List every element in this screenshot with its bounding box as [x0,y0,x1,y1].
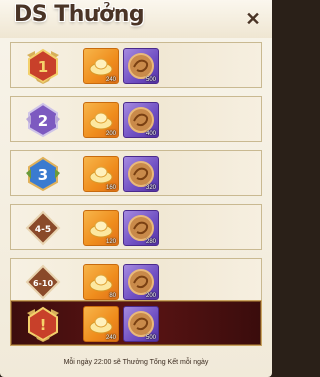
gold-ingot-item[interactable]: 200 [83,102,119,138]
my-reward-row: ! 240 500 [10,300,262,346]
rank-1-label: 1 [38,58,48,76]
panel-title: DS Thưởng [14,2,145,27]
item-quantity: 200 [105,131,116,137]
dragon-token-item[interactable]: 500 [123,48,159,84]
item-quantity: 80 [109,293,116,299]
panel-header: DS Thưởng ✕ [0,0,272,38]
dragon-token-item[interactable]: 500 [123,306,159,342]
rank-3-label: 3 [38,166,48,184]
close-button[interactable]: ✕ [242,8,264,30]
item-quantity: 120 [105,239,116,245]
item-quantity: 160 [105,185,116,191]
reward-row-rank-3: 3 160 320 [10,150,262,196]
rank-4-5-badge-icon: 4-5 [23,209,63,247]
rank-1-badge-icon: 1 [23,47,63,85]
gold-ingot-item[interactable]: 160 [83,156,119,192]
dragon-token-item[interactable]: 400 [123,102,159,138]
gold-ingot-item[interactable]: 240 [83,306,119,342]
reward-list-panel: DS Thưởng ✕ 1 240 500 2 200 400 3 160 32… [0,0,272,377]
dragon-token-item[interactable]: 280 [123,210,159,246]
item-quantity: 320 [145,185,156,191]
item-quantity: 500 [145,77,156,83]
reward-row-rank-1: 1 240 500 [10,42,262,88]
reward-row-rank-4-5: 4-5 120 280 [10,204,262,250]
reward-row-rank-2: 2 200 400 [10,96,262,142]
reward-rows: 1 240 500 2 200 400 3 160 320 4-5 120 28… [10,42,262,352]
rank-3-badge-icon: 3 [23,155,63,193]
gold-ingot-item[interactable]: 240 [83,48,119,84]
gold-ingot-item[interactable]: 120 [83,210,119,246]
dragon-token-item[interactable]: 200 [123,264,159,300]
item-quantity: 400 [145,131,156,137]
rank-4-5-label: 4-5 [35,225,51,235]
item-quantity: 240 [105,335,116,341]
reward-row-rank-6-10: 6-10 80 200 [10,258,262,304]
item-quantity: 500 [145,335,156,341]
item-quantity: 280 [145,239,156,245]
item-quantity: 240 [105,77,116,83]
rank-6-10-badge-icon: 6-10 [23,263,63,301]
item-quantity: 200 [145,293,156,299]
dragon-token-item[interactable]: 320 [123,156,159,192]
reset-time-note: Mỗi ngày 22:00 sẽ Thưởng Tổng Kết mỗi ng… [63,359,209,366]
gold-ingot-item[interactable]: 80 [83,264,119,300]
my-rank-badge-icon: ! [23,305,63,343]
rank-2-badge-icon: 2 [23,101,63,139]
rank-2-label: 2 [38,112,48,130]
my-rank-label: ! [40,316,47,334]
rank-6-10-label: 6-10 [33,279,53,288]
